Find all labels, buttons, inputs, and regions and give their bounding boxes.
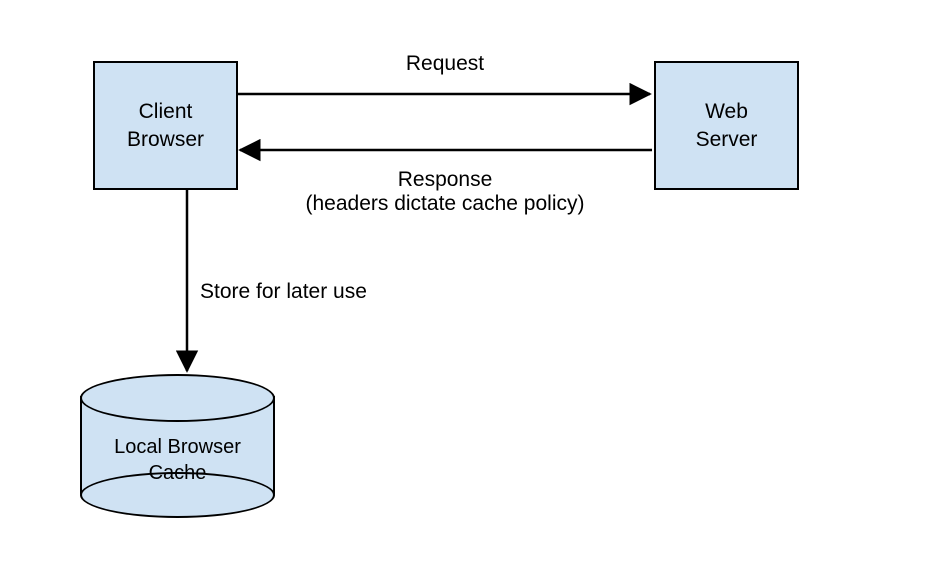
- response-label: Response (headers dictate cache policy): [280, 168, 610, 216]
- arrows-layer: [0, 0, 932, 578]
- cache-label: Local Browser Cache: [114, 436, 241, 484]
- diagram-canvas: Client Browser Web Server Local Browser …: [0, 0, 932, 578]
- response-label-line2: (headers dictate cache policy): [280, 192, 610, 216]
- request-label: Request: [360, 52, 530, 76]
- store-label: Store for later use: [200, 280, 410, 304]
- response-label-line1: Response: [280, 168, 610, 192]
